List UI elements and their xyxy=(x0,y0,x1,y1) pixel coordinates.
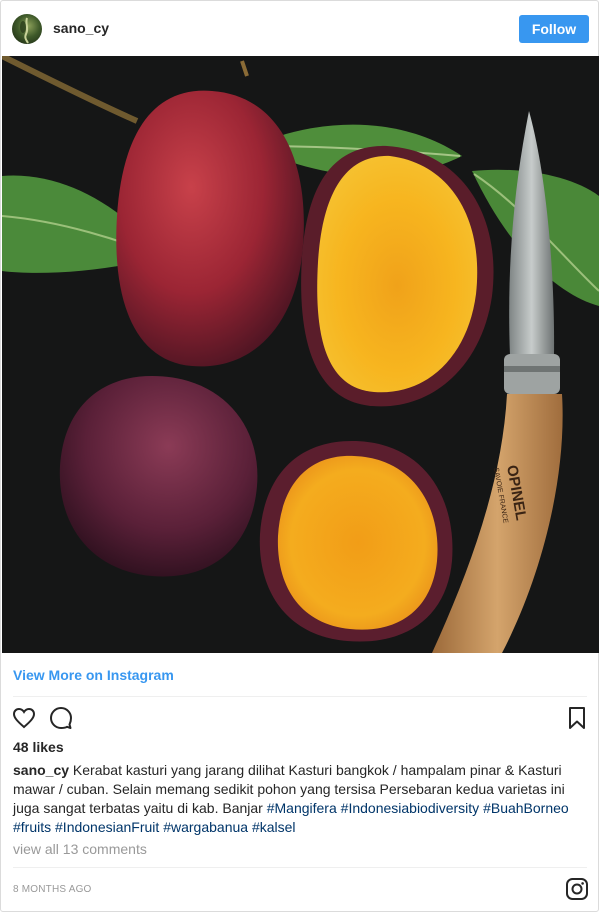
hashtag-link[interactable]: #BuahBorneo xyxy=(483,800,569,816)
divider xyxy=(13,867,587,868)
hashtag-link[interactable]: #fruits xyxy=(13,819,51,835)
bookmark-icon[interactable] xyxy=(565,706,589,730)
hashtag-link[interactable]: #IndonesianFruit xyxy=(55,819,159,835)
hashtag-link[interactable]: #Mangifera xyxy=(267,800,337,816)
post-photo[interactable]: OPINEL SAVOIE FRANCE xyxy=(2,56,599,653)
heart-icon[interactable] xyxy=(12,706,36,730)
likes-count[interactable]: 48 likes xyxy=(13,739,64,755)
follow-button[interactable]: Follow xyxy=(519,15,589,43)
divider xyxy=(13,696,587,697)
post-header: sano_cy Follow xyxy=(1,1,598,56)
view-more-link[interactable]: View More on Instagram xyxy=(13,667,174,683)
comment-icon[interactable] xyxy=(49,706,73,730)
hashtag-link[interactable]: #Indonesiabiodiversity xyxy=(341,800,480,816)
instagram-logo-icon[interactable] xyxy=(565,877,589,901)
username-link[interactable]: sano_cy xyxy=(53,20,109,36)
hashtag-link[interactable]: #wargabanua xyxy=(163,819,248,835)
avatar[interactable] xyxy=(12,14,42,44)
hashtag-link[interactable]: #kalsel xyxy=(252,819,296,835)
instagram-embed-card: sano_cy Follow OPINEL SAVOIE FRANCE View… xyxy=(0,0,599,912)
caption: sano_cy Kerabat kasturi yang jarang dili… xyxy=(13,761,589,837)
post-timestamp[interactable]: 8 MONTHS AGO xyxy=(13,884,92,895)
view-comments-link[interactable]: view all 13 comments xyxy=(13,841,147,857)
caption-username[interactable]: sano_cy xyxy=(13,762,69,778)
